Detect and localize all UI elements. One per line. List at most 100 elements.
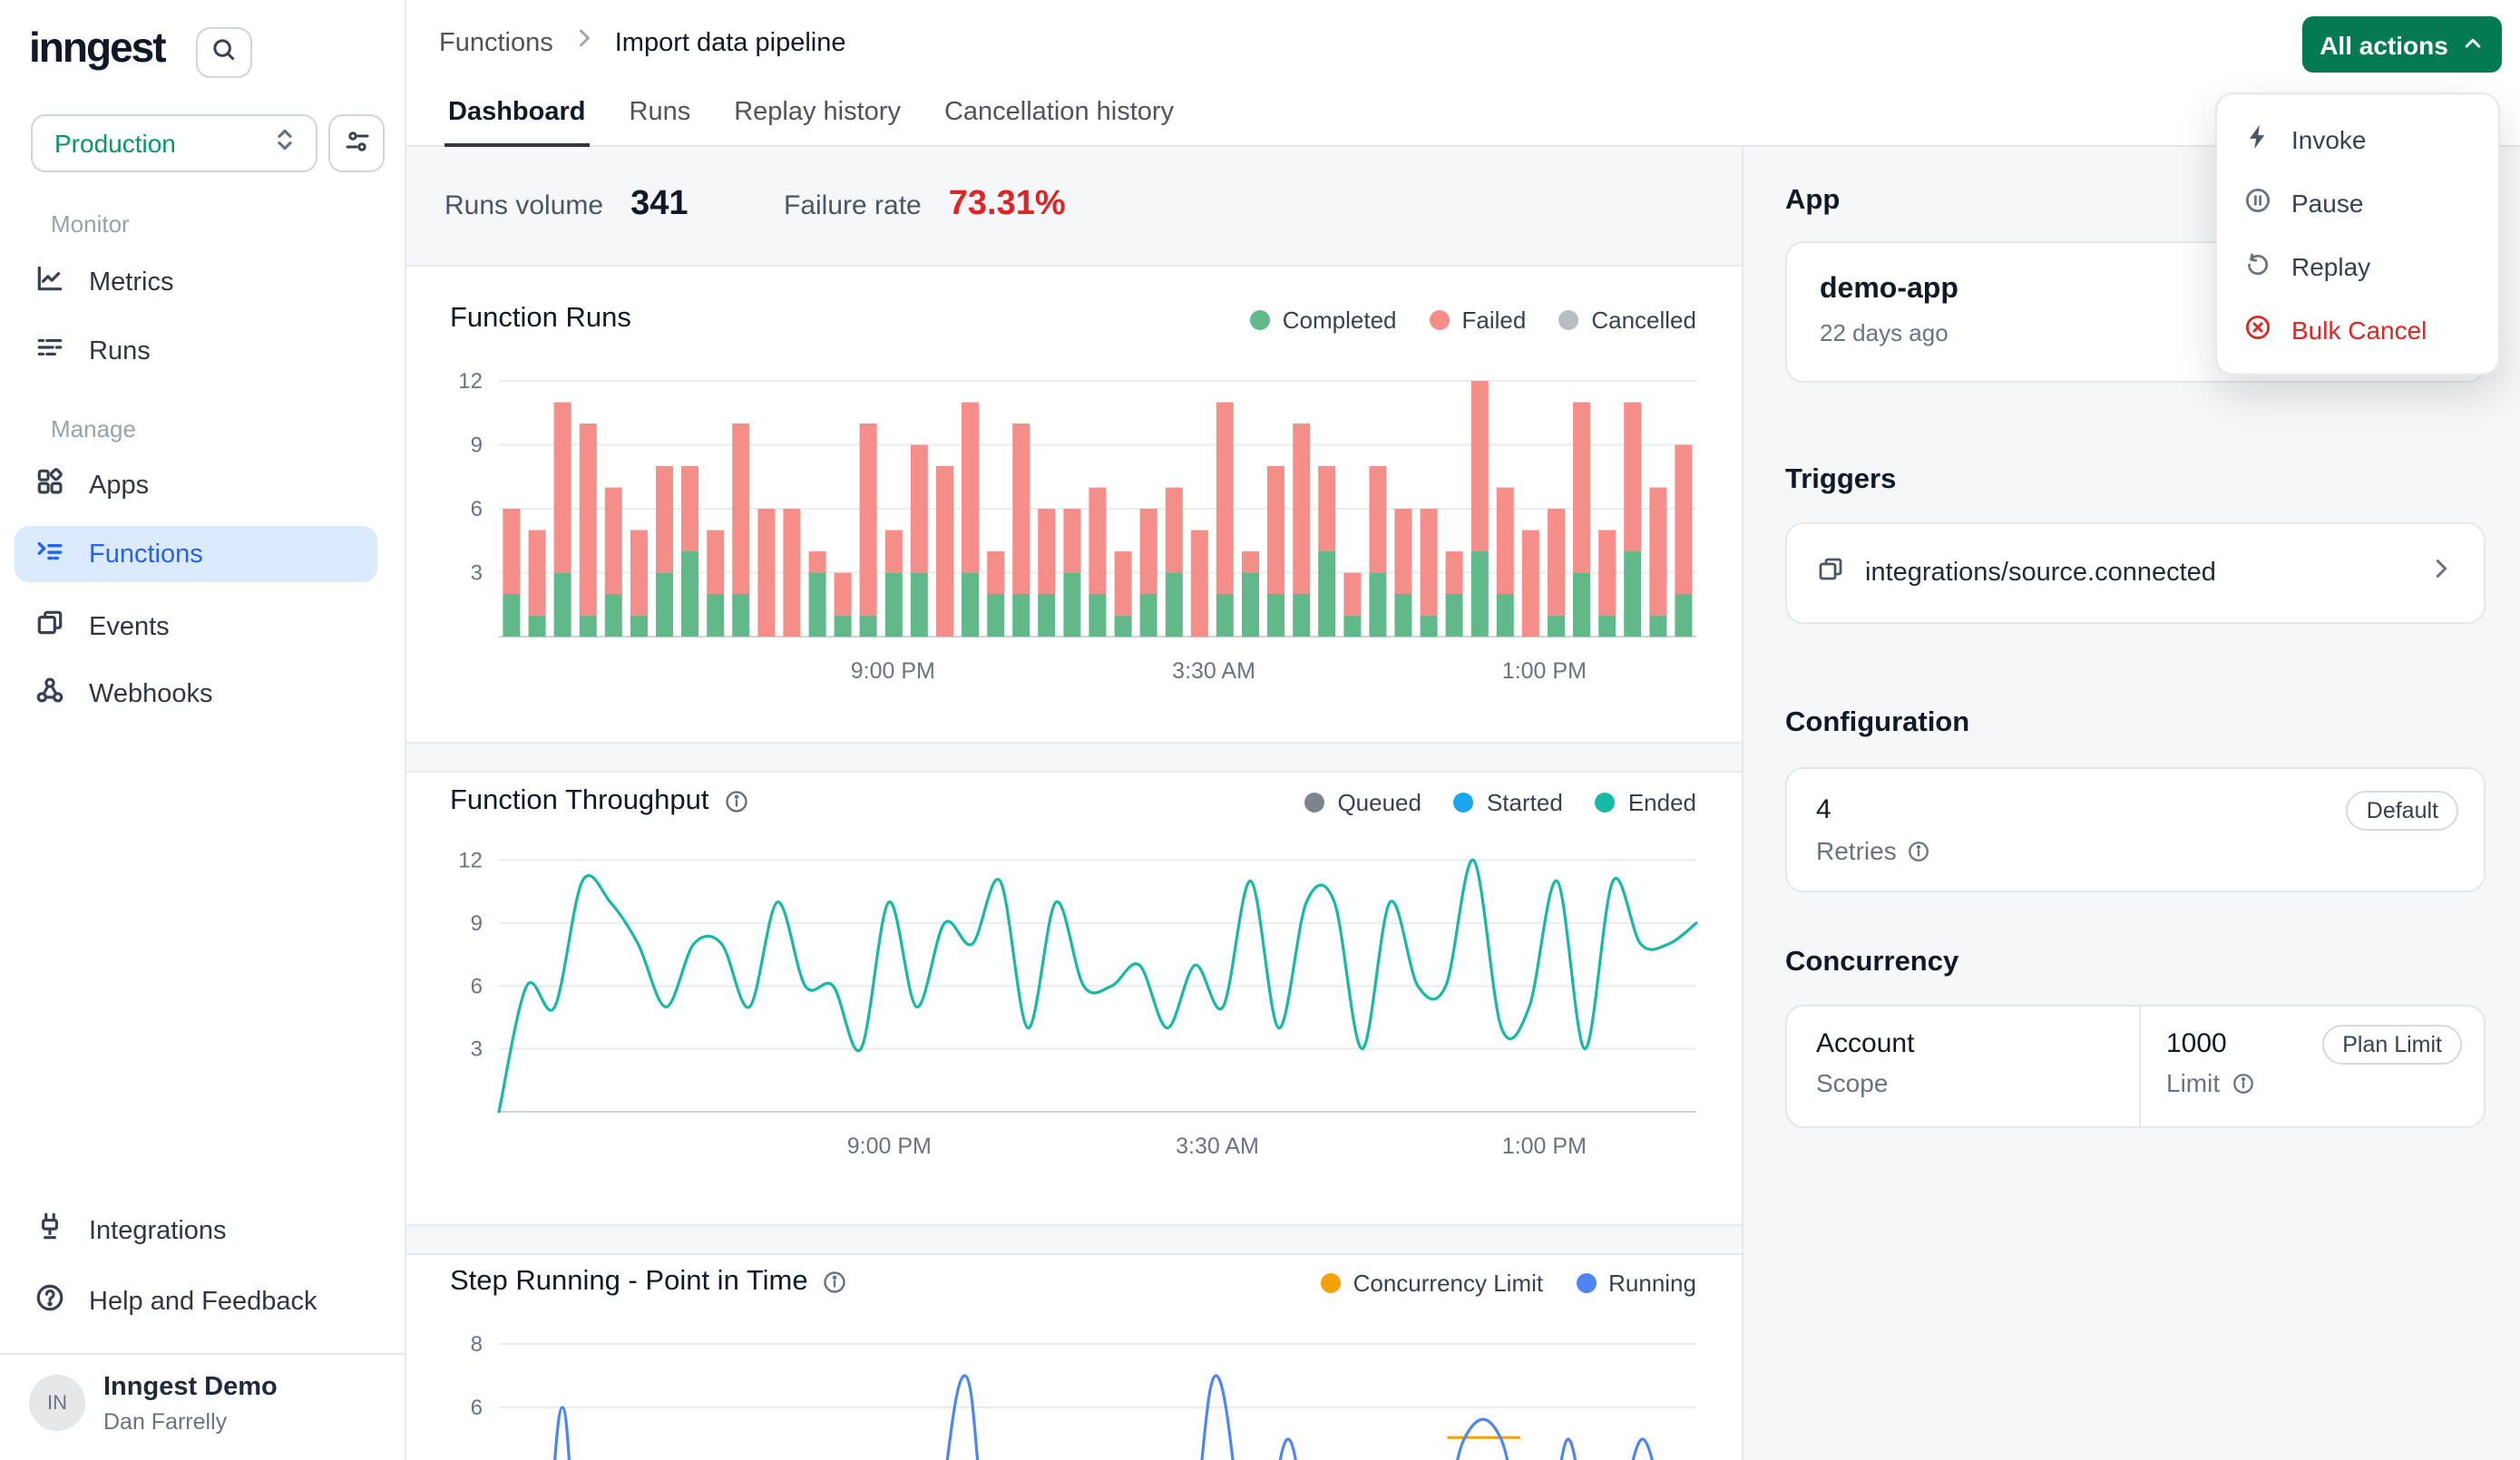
stats-row: Runs volume 341 Failure rate 73.31% Last… — [406, 147, 1742, 265]
svg-text:8: 8 — [471, 1332, 483, 1357]
failure-rate-value: 73.31% — [949, 185, 1066, 225]
environment-selector[interactable]: Production — [31, 114, 317, 172]
svg-text:9: 9 — [471, 433, 483, 458]
step-running-card: Step Running - Point in Time Concurrency… — [406, 1253, 1742, 1460]
concurrency-heading: Concurrency — [1785, 947, 1958, 979]
trigger-event-name: integrations/source.connected — [1865, 559, 2408, 588]
limit-label: Limit — [2166, 1068, 2220, 1097]
chevron-right-icon — [571, 25, 597, 60]
chevron-up-icon — [2463, 30, 2485, 59]
svg-text:9:00 PM: 9:00 PM — [851, 658, 935, 684]
stat-runs-volume: Runs volume 341 — [444, 185, 689, 225]
environment-filter-button[interactable] — [328, 114, 385, 172]
sidebar-item-label: Apps — [89, 471, 149, 500]
main-content: Runs volume 341 Failure rate 73.31% Last… — [406, 147, 1742, 1460]
svg-text:1:00 PM: 1:00 PM — [1502, 658, 1587, 684]
search-button[interactable] — [196, 27, 252, 78]
concurrency-card: Account Scope 1000 Limit Plan Limit — [1785, 1005, 2486, 1128]
default-badge: Default — [2347, 791, 2458, 831]
environment-value: Production — [54, 129, 272, 158]
menu-item-pause[interactable]: Pause — [2217, 170, 2498, 234]
sidebar-item-label: Functions — [89, 540, 203, 569]
user-org: Inngest Demo — [103, 1373, 278, 1402]
tab-runs[interactable]: Runs — [626, 83, 695, 147]
sidebar-item-label: Runs — [89, 336, 151, 365]
sidebar-item-label: Webhooks — [89, 679, 213, 708]
breadcrumb: Functions Import data pipeline — [439, 25, 845, 60]
sidebar-item-runs[interactable]: Runs — [15, 323, 377, 379]
function-throughput-chart: 369129:00 PM3:30 AM1:00 PM — [406, 773, 1742, 1226]
help-circle-icon — [34, 1281, 65, 1321]
svg-text:6: 6 — [471, 974, 483, 998]
avatar[interactable]: IN — [29, 1375, 85, 1431]
sidebar-item-help[interactable]: Help and Feedback — [15, 1273, 377, 1329]
menu-item-bulk-cancel[interactable]: Bulk Cancel — [2217, 297, 2498, 361]
chevron-right-icon — [2427, 555, 2455, 591]
sidebar-item-metrics[interactable]: Metrics — [15, 254, 377, 310]
sidebar-item-webhooks[interactable]: Webhooks — [15, 666, 377, 722]
tab-bar: Dashboard Runs Replay history Cancellati… — [444, 83, 1177, 147]
tab-dashboard[interactable]: Dashboard — [444, 83, 590, 147]
function-runs-card: Function Runs Completed Failed Cancelled… — [406, 265, 1742, 744]
scope-label: Scope — [1816, 1068, 2110, 1097]
sidebar-item-functions[interactable]: Functions — [15, 526, 377, 582]
webhooks-icon — [34, 674, 65, 714]
inngest-logo: inngest — [29, 24, 165, 73]
tab-cancellation-history[interactable]: Cancellation history — [941, 83, 1177, 147]
search-icon — [210, 36, 238, 69]
runs-list-icon — [34, 331, 65, 371]
configuration-heading: Configuration — [1785, 707, 1969, 740]
function-runs-chart: 3 6 9 12 9:00 PM 3:30 AM 1:00 PM — [406, 267, 1742, 744]
breadcrumb-current: Import data pipeline — [615, 28, 846, 57]
menu-item-label: Invoke — [2291, 124, 2367, 153]
function-throughput-card: Function Throughput Queued Started Ended… — [406, 771, 1742, 1226]
trigger-card[interactable]: integrations/source.connected — [1785, 522, 2486, 624]
sidebar-item-label: Integrations — [89, 1216, 227, 1245]
runs-volume-value: 341 — [630, 185, 688, 225]
sidebar-item-integrations[interactable]: Integrations — [15, 1202, 377, 1259]
svg-text:6: 6 — [471, 1396, 483, 1420]
triggers-heading: Triggers — [1785, 464, 1896, 497]
svg-text:12: 12 — [458, 849, 483, 873]
menu-item-label: Bulk Cancel — [2291, 315, 2427, 344]
info-icon[interactable] — [1908, 839, 1931, 862]
topbar: Functions Import data pipeline Dashboard… — [406, 0, 2520, 147]
sidebar: inngest Production Monitor Metrics — [0, 0, 406, 1460]
nav-section-monitor: Monitor — [51, 210, 130, 238]
svg-text:1:00 PM: 1:00 PM — [1502, 1134, 1587, 1159]
breadcrumb-functions[interactable]: Functions — [439, 28, 553, 57]
retries-label: Retries — [1816, 836, 1897, 865]
concurrency-scope: Account Scope — [1787, 1007, 2141, 1126]
svg-text:3: 3 — [471, 1037, 483, 1062]
sidebar-item-apps[interactable]: Apps — [15, 457, 377, 513]
svg-text:3: 3 — [471, 561, 483, 586]
menu-item-invoke[interactable]: Invoke — [2217, 107, 2498, 170]
plan-limit-badge: Plan Limit — [2322, 1025, 2462, 1065]
scope-value: Account — [1816, 1028, 2110, 1059]
svg-text:3:30 AM: 3:30 AM — [1172, 658, 1255, 684]
tab-replay-history[interactable]: Replay history — [730, 83, 904, 147]
menu-item-replay[interactable]: Replay — [2217, 234, 2498, 297]
menu-item-label: Pause — [2291, 188, 2363, 217]
pause-circle-icon — [2244, 186, 2271, 219]
menu-item-label: Replay — [2291, 251, 2370, 280]
cancel-circle-icon — [2244, 313, 2271, 346]
sidebar-item-label: Events — [89, 612, 170, 641]
plug-icon — [34, 1211, 65, 1251]
replay-icon — [2244, 249, 2271, 282]
bolt-icon — [2244, 122, 2271, 155]
sidebar-item-label: Metrics — [89, 268, 173, 297]
info-icon[interactable] — [2231, 1071, 2254, 1095]
chevron-up-down-icon — [272, 124, 298, 162]
metrics-chart-icon — [34, 262, 65, 302]
all-actions-label: All actions — [2320, 30, 2448, 59]
app-heading: App — [1785, 185, 1840, 218]
all-actions-button[interactable]: All actions — [2302, 16, 2502, 73]
concurrency-limit: 1000 Limit Plan Limit — [2141, 1007, 2484, 1126]
svg-text:6: 6 — [471, 497, 483, 521]
svg-text:12: 12 — [458, 369, 483, 394]
sidebar-item-label: Help and Feedback — [89, 1287, 317, 1316]
all-actions-menu: Invoke Pause Replay Bulk Cancel — [2215, 92, 2500, 375]
user-name: Dan Farrelly — [103, 1409, 227, 1435]
sidebar-item-events[interactable]: Events — [15, 599, 377, 655]
